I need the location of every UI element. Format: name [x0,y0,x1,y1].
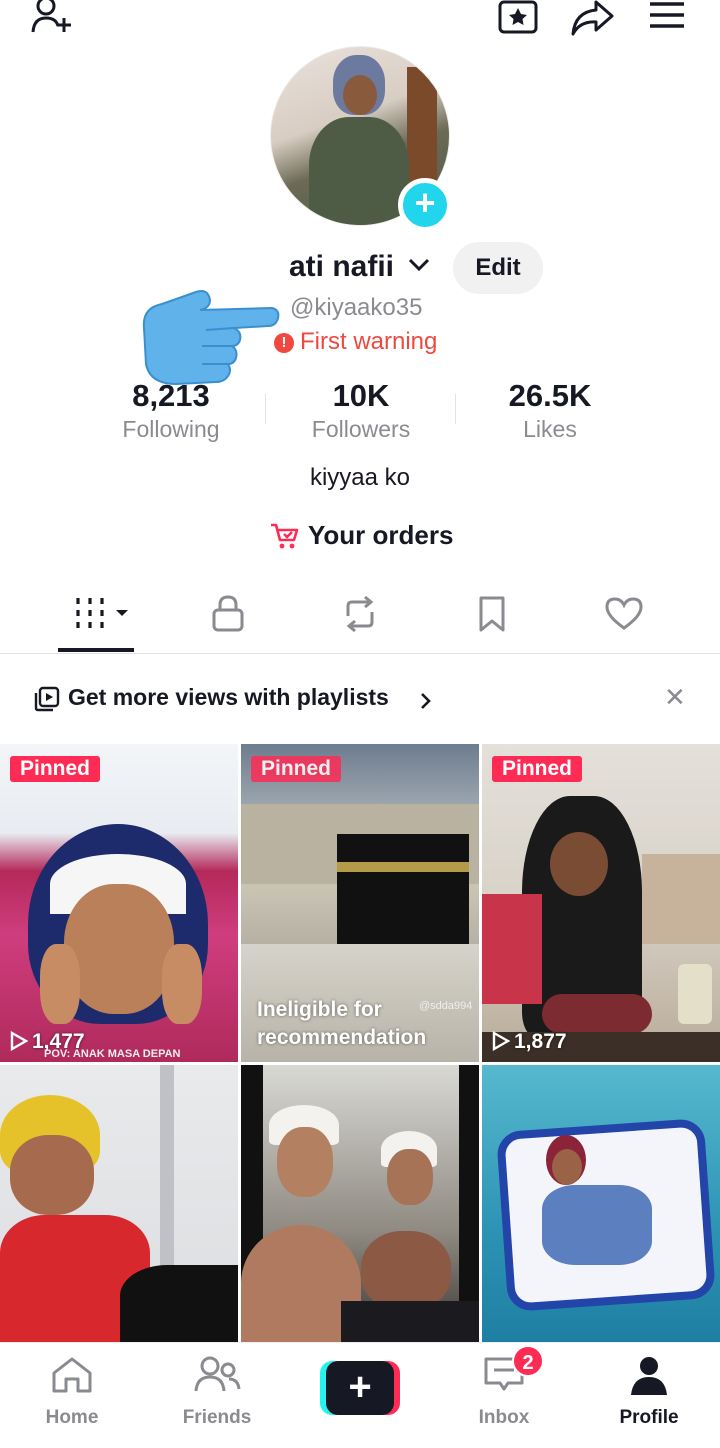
playlist-icon [34,686,60,712]
chevron-right-icon [421,693,431,709]
bio-text: kiyyaa ko [309,464,411,491]
orders-label: Your orders [308,520,454,550]
pinned-badge: Pinned [10,756,101,782]
tab-private[interactable] [198,594,258,644]
followers-label: Followers [311,416,411,442]
nav-profile-label: Profile [619,1407,679,1428]
nav-friends[interactable]: Friends [162,1355,272,1429]
your-orders-link[interactable]: Your orders [270,520,453,551]
video-thumbnail[interactable] [241,1065,479,1342]
nav-inbox-label: Inbox [478,1407,530,1428]
avatar-container: + [270,46,452,232]
friends-icon [194,1356,241,1392]
add-friend-icon[interactable] [30,0,76,36]
stat-likes[interactable]: 26.5K Likes [460,378,640,443]
following-count: 8,213 [132,378,210,413]
likes-label: Likes [523,416,577,442]
share-icon[interactable] [570,0,614,36]
edit-profile-button[interactable]: Edit [453,242,543,294]
video-thumbnail[interactable]: Pinned 1,477 POV: ANAK MASA DEPAN [0,744,238,1062]
tab-reposts[interactable] [330,594,390,644]
pointing-hand-icon [142,290,280,386]
lock-icon [212,595,244,632]
inbox-badge: 2 [512,1345,544,1377]
tab-liked[interactable] [594,594,654,644]
followers-count: 10K [332,378,390,413]
play-icon [492,1030,511,1052]
content-tabs [0,588,720,654]
tab-saved[interactable] [462,594,522,644]
nav-friends-label: Friends [182,1407,252,1428]
video-thumbnail[interactable] [0,1065,238,1342]
grid-icon [76,598,128,628]
favorites-icon[interactable] [497,0,539,34]
bookmark-icon [479,596,505,632]
warning-notice[interactable]: ! First warning [274,328,437,356]
stat-divider [455,394,456,424]
likes-count: 26.5K [508,378,592,413]
heart-icon [605,597,643,630]
nav-profile[interactable]: Profile [594,1355,704,1429]
cart-icon [271,523,299,549]
video-thumbnail[interactable] [482,1065,720,1342]
home-icon [52,1357,92,1393]
stat-divider [265,394,266,424]
display-name[interactable]: ati nafii [289,250,394,284]
view-count: 1,877 [492,1030,567,1054]
video-overlay-text: POV: ANAK MASA DEPAN [44,1048,181,1060]
active-tab-indicator [58,648,134,652]
warning-text: First warning [300,328,438,355]
tab-videos[interactable] [70,594,130,644]
create-video-button[interactable]: + [320,1361,400,1415]
stat-followers[interactable]: 10K Followers [271,378,451,443]
pinned-badge: Pinned [492,756,583,782]
pinned-badge: Pinned [251,756,342,782]
video-thumbnail[interactable]: Pinned Ineligible for recommendation @sd… [241,744,479,1062]
close-icon[interactable]: ✕ [664,682,686,713]
nav-home[interactable]: Home [17,1355,127,1429]
video-watermark: @sdda994 [419,1000,473,1012]
playlist-banner[interactable]: Get more views with playlists ✕ [0,676,720,722]
profile-stats: 8,213 Following 10K Followers 26.5K Like… [0,378,720,448]
profile-icon [631,1357,667,1395]
play-icon [10,1030,29,1052]
username-handle: @kiyaako35 [290,294,423,321]
top-bar [0,0,720,40]
menu-icon[interactable] [648,0,686,32]
add-story-icon[interactable]: + [398,178,452,232]
bottom-navigation: Home Friends + Inbox 2 Profile [0,1342,720,1448]
nav-home-label: Home [45,1407,99,1428]
view-count-value: 1,877 [514,1030,567,1053]
playlist-prompt-text: Get more views with playlists [68,684,389,710]
repost-icon [346,595,374,633]
video-thumbnail[interactable]: Pinned 1,877 [482,744,720,1062]
chevron-down-icon[interactable] [407,256,431,274]
name-row: ati nafii Edit [0,242,720,294]
stat-following[interactable]: 8,213 Following [81,378,261,443]
plus-icon: + [326,1361,394,1415]
following-label: Following [122,416,220,442]
